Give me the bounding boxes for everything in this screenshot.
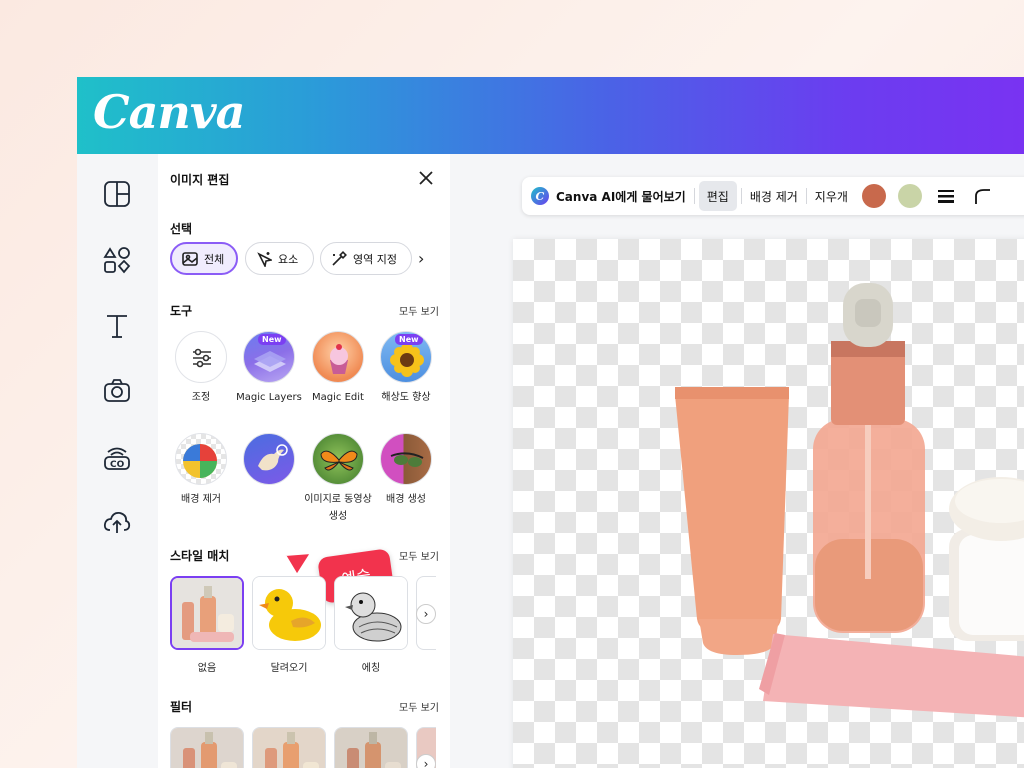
filter-next-chevron-icon[interactable]: › <box>416 754 436 768</box>
chip-elements-label: 요소 <box>278 252 299 266</box>
duck-thumbnail <box>253 577 325 649</box>
chip-region-label: 영역 지정 <box>353 252 397 266</box>
tool-remove-bg-label: 배경 제거 <box>181 494 221 505</box>
svg-text:C: C <box>536 190 545 203</box>
filter-thumbnail <box>253 728 325 768</box>
toolbar-divider <box>693 188 695 204</box>
tool-upscale-label: 해상도 향상 <box>381 392 431 403</box>
tool-magic-edit-label: Magic Edit <box>312 392 364 403</box>
peach-tube <box>675 387 789 655</box>
elements-icon[interactable] <box>101 244 133 276</box>
canva-ai-button[interactable]: C Canva AI에게 물어보기 <box>522 181 694 211</box>
text-icon[interactable] <box>101 310 133 342</box>
close-icon[interactable] <box>416 168 436 188</box>
canva-ai-label: Canva AI에게 물어보기 <box>556 189 686 204</box>
dove-icon <box>243 433 295 485</box>
tool-image-to-video-label: 이미지로 동영상 생성 <box>304 494 372 522</box>
eraser-label: 지우개 <box>814 189 848 204</box>
style-card-run-label: 달려오기 <box>270 663 308 674</box>
tool-bg-generate[interactable]: 배경 생성 <box>371 433 441 508</box>
canva-logo[interactable]: Canva <box>93 85 245 139</box>
cream-jar <box>949 477 1024 641</box>
filter-card-2[interactable] <box>252 727 326 768</box>
image-icon <box>182 251 198 266</box>
product-cutout-image[interactable] <box>513 239 1024 768</box>
color-swatch-terracotta[interactable] <box>861 184 886 208</box>
magic-brush-icon <box>332 250 347 266</box>
sunglasses-icon <box>380 433 432 485</box>
tool-remove-bg[interactable]: 배경 제거 <box>166 433 236 508</box>
style-card-run[interactable] <box>252 576 326 650</box>
edit-button[interactable]: 편집 <box>698 181 737 211</box>
tool-image-to-video[interactable]: 이미지로 동영상 생성 <box>303 433 373 525</box>
edit-label: 편집 <box>706 189 729 204</box>
tool-adjust[interactable]: 조정 <box>166 331 236 406</box>
style-card-none[interactable] <box>170 576 244 650</box>
tool-magic-layers[interactable]: New Magic Layers <box>234 331 304 406</box>
style-next-chevron-icon[interactable]: › <box>416 604 436 624</box>
tool-bg-generate-label: 배경 생성 <box>386 494 426 505</box>
sidebar-rail: CO <box>77 154 158 768</box>
tool-magic-layers-label: Magic Layers <box>236 392 302 403</box>
design-canvas[interactable] <box>513 239 1024 768</box>
chip-elements[interactable]: 요소 <box>245 242 314 275</box>
butterfly-icon <box>312 433 364 485</box>
canva-ai-icon: C <box>531 187 549 205</box>
upload-cloud-icon[interactable] <box>101 506 133 538</box>
tool-edit-dove[interactable] <box>234 433 304 491</box>
pink-tube <box>759 633 1024 718</box>
beach-ball-icon <box>175 433 227 485</box>
app-header: Canva <box>77 77 1024 154</box>
filter-card-3[interactable] <box>334 727 408 768</box>
brand-icon[interactable]: CO <box>101 441 133 473</box>
chip-all-label: 전체 <box>204 252 225 266</box>
chip-all[interactable]: 전체 <box>170 242 238 275</box>
tool-magic-edit[interactable]: Magic Edit <box>303 331 373 406</box>
tools-label: 도구 <box>170 304 193 318</box>
remove-bg-button[interactable]: 배경 제거 <box>742 181 806 211</box>
new-badge: New <box>257 334 286 345</box>
etched-duck-thumbnail <box>335 577 407 649</box>
sunflower-icon: New <box>380 331 432 383</box>
filter-card-1[interactable] <box>170 727 244 768</box>
color-swatch-sage[interactable] <box>897 184 922 208</box>
style-match-label: 스타일 매치 <box>170 549 230 563</box>
tool-upscale[interactable]: New 해상도 향상 <box>371 331 441 406</box>
filter-label: 필터 <box>170 700 193 714</box>
tool-adjust-label: 조정 <box>191 392 211 403</box>
context-toolbar: C Canva AI에게 물어보기 편집 배경 제거 지우개 <box>522 177 1024 215</box>
layout-icon[interactable] <box>101 178 133 210</box>
filter-thumbnail <box>335 728 407 768</box>
magic-layers-icon: New <box>243 331 295 383</box>
filter-thumbnail <box>171 728 243 768</box>
remove-bg-label: 배경 제거 <box>749 189 798 204</box>
line-weight-icon[interactable] <box>928 181 964 211</box>
camera-icon[interactable] <box>101 375 133 407</box>
chips-next-chevron-icon[interactable]: › <box>418 249 424 268</box>
cupcake-icon <box>312 331 364 383</box>
new-badge: New <box>394 334 423 345</box>
corner-radius-icon[interactable] <box>964 181 1000 211</box>
chip-region[interactable]: 영역 지정 <box>320 242 412 275</box>
sliders-icon <box>175 331 227 383</box>
product-thumbnail <box>172 578 242 648</box>
style-card-etching-label: 에칭 <box>361 663 381 674</box>
serum-bottle <box>813 283 925 633</box>
eraser-button[interactable]: 지우개 <box>807 181 856 211</box>
sparkle-cursor-icon <box>257 251 272 267</box>
style-card-etching[interactable] <box>334 576 408 650</box>
selection-label: 선택 <box>170 222 193 236</box>
panel-title: 이미지 편집 <box>170 173 230 187</box>
style-card-none-label: 없음 <box>197 663 217 674</box>
svg-text:CO: CO <box>110 460 125 470</box>
